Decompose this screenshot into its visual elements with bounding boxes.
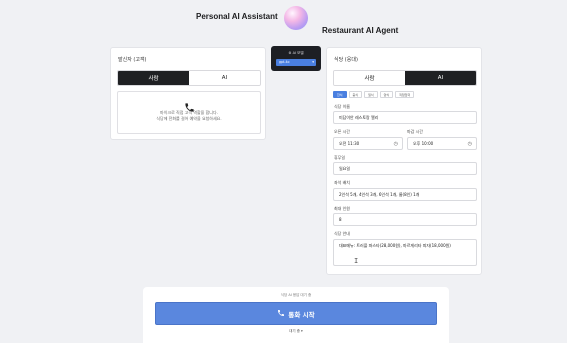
start-call-label: 통화 시작 [288, 310, 315, 319]
open-time-input[interactable]: 오전 11:30 ◷ [333, 137, 403, 150]
ai-orb-logo [284, 6, 308, 30]
tables-label: 좌석 배치 [334, 180, 350, 185]
model-label: ⚙ AI 모델 [271, 51, 321, 56]
cuisine-chips: 한식 중식 일식 양식 직접입력 [333, 91, 415, 98]
model-control: ⚙ AI 모델 gpt-4o ▾ [271, 46, 321, 71]
caller-mode-toggle: 사람 AI [117, 70, 261, 86]
caller-panel: 발신자 (고객) 사람 AI 마이크로 직접 고객 역할을 합니다. 식당에 전… [110, 47, 266, 140]
caller-panel-title: 발신자 (고객) [118, 57, 147, 63]
tables-input[interactable]: 2인석 5개, 4인석 3개, 6인석 1개, 룸(8인) 1개 [333, 188, 477, 201]
status-toggle[interactable]: 대기 중 ▾ [143, 329, 449, 334]
model-label-text: AI 모델 [292, 51, 304, 55]
chip-western[interactable]: 양식 [379, 91, 394, 98]
close-time-input[interactable]: 오후 10:00 ◷ [407, 137, 477, 150]
start-call-button[interactable]: 통화 시작 [155, 302, 437, 325]
phone-icon [277, 309, 285, 319]
open-time-value: 오전 11:30 [339, 141, 360, 146]
text-cursor-icon: I [354, 257, 359, 265]
guide-label: 식당 안내 [334, 231, 350, 236]
caller-tab-ai[interactable]: AI [189, 71, 260, 85]
restaurant-name-input[interactable]: 미담이안 레스토랑 엘리 [333, 111, 477, 124]
clock-icon: ◷ [467, 141, 472, 147]
personal-assistant-title: Personal AI Assistant [196, 12, 278, 21]
max-guests-label: 최대 인원 [334, 206, 350, 211]
gear-icon: ⚙ [288, 51, 292, 55]
closed-day-input[interactable]: 일요일 [333, 162, 477, 175]
chevron-down-icon: ▾ [312, 60, 314, 64]
caller-info-box: 마이크로 직접 고객 역할을 합니다. 식당에 전화를 걸어 예약을 요청하세요… [117, 91, 261, 134]
closed-day-label: 휴무일 [334, 155, 346, 160]
restaurant-agent-title: Restaurant AI Agent [322, 26, 399, 35]
close-time-value: 오후 10:00 [413, 141, 434, 146]
open-time-label: 오픈 시간 [334, 129, 350, 134]
restaurant-panel: 식당 (응대) 사람 AI 한식 중식 일식 양식 직접입력 식당 이름 미담이… [326, 47, 482, 275]
restaurant-name-label: 식당 이름 [334, 104, 350, 109]
restaurant-panel-title: 식당 (응대) [334, 57, 358, 63]
clock-icon: ◷ [393, 141, 398, 147]
restaurant-tab-ai[interactable]: AI [405, 71, 476, 85]
close-time-label: 마감 시간 [407, 129, 423, 134]
chip-japanese[interactable]: 일식 [364, 91, 378, 98]
chip-korean[interactable]: 한식 [333, 91, 347, 98]
model-select[interactable]: gpt-4o ▾ [276, 59, 316, 66]
call-hint: 식당 AI 응답 대기 중 [280, 293, 312, 297]
call-panel: 식당 AI 응답 대기 중 통화 시작 대기 중 ▾ [143, 287, 449, 343]
chip-chinese[interactable]: 중식 [348, 91, 363, 98]
caller-info-line2: 식당에 전화를 걸어 예약을 요청하세요. [156, 116, 222, 121]
phone-icon [118, 98, 260, 112]
max-guests-input[interactable]: 8 [333, 213, 477, 226]
model-select-value: gpt-4o [279, 60, 290, 64]
restaurant-tab-human[interactable]: 사람 [334, 71, 405, 85]
restaurant-mode-toggle: 사람 AI [333, 70, 477, 86]
chip-custom[interactable]: 직접입력 [395, 91, 415, 98]
caller-tab-human[interactable]: 사람 [118, 71, 189, 85]
